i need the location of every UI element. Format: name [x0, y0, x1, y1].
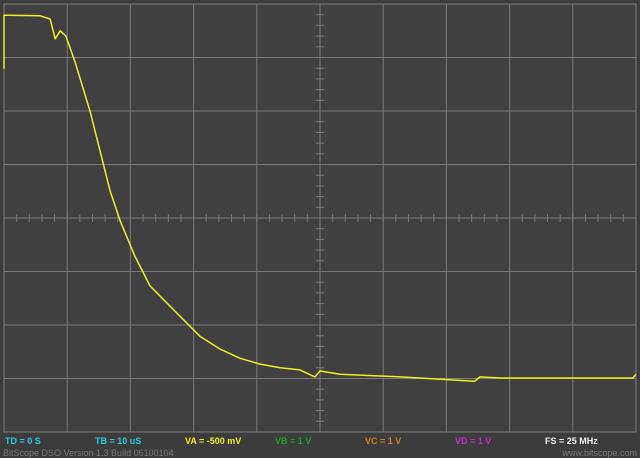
timebase-readout: TB = 10 uS [95, 436, 142, 446]
website-label: www.bitscope.com [562, 448, 637, 458]
channel-b-volts-readout: VB = 1 V [275, 436, 312, 446]
scope-display [0, 0, 640, 434]
channel-d-volts-readout: VD = 1 V [455, 436, 492, 446]
channel-c-volts-readout: VC = 1 V [365, 436, 402, 446]
version-label: BitScope DSO Version 1.3 Build 06100104 [3, 448, 174, 458]
trigger-delay-readout: TD = 0 S [5, 436, 41, 446]
channel-a-volts-readout: VA = -500 mV [185, 436, 242, 446]
sample-rate-readout: FS = 25 MHz [545, 436, 598, 446]
